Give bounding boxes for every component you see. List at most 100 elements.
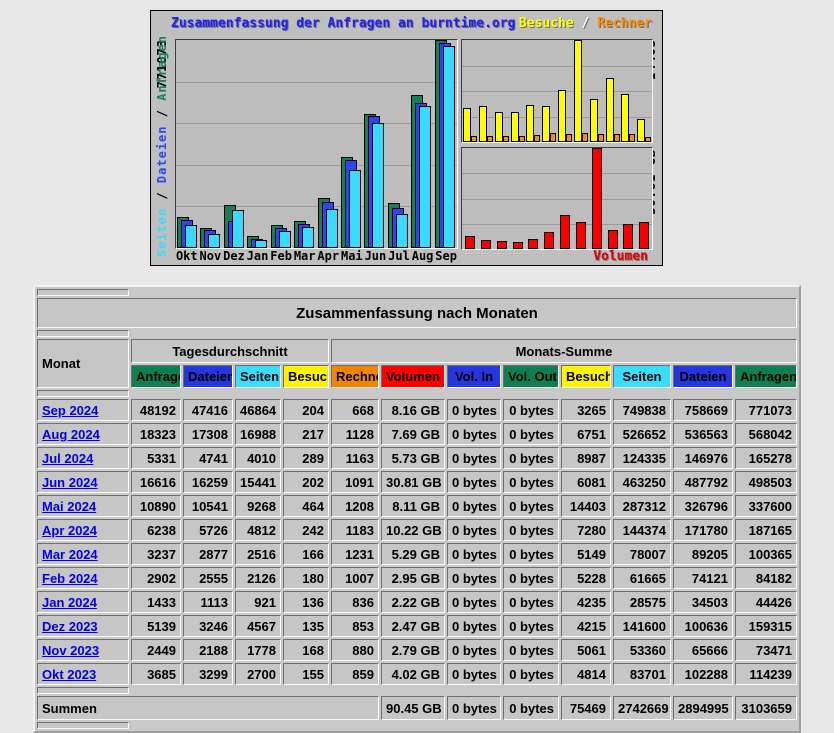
value-cell: 498503 bbox=[735, 471, 797, 493]
value-cell: 102288 bbox=[673, 663, 733, 685]
value-cell: 0 bytes bbox=[503, 519, 559, 541]
value-cell: 1208 bbox=[331, 495, 379, 517]
month-link-mai-2024[interactable]: Mai 2024 bbox=[42, 499, 96, 514]
month-link-mar-2024[interactable]: Mar 2024 bbox=[42, 547, 98, 562]
month-link-aug-2024[interactable]: Aug 2024 bbox=[42, 427, 100, 442]
month-link-okt-2023[interactable]: Okt 2023 bbox=[42, 667, 96, 682]
value-cell: 8.16 GB bbox=[381, 399, 445, 421]
value-cell: 0 bytes bbox=[447, 615, 501, 637]
month-cell-dez-2023: Dez 2023 bbox=[37, 615, 129, 637]
month-cell-sep-2024: Sep 2024 bbox=[37, 399, 129, 421]
value-cell: 168 bbox=[283, 639, 329, 661]
table-title: Zusammenfassung nach Monaten bbox=[37, 298, 797, 328]
value-cell: 187165 bbox=[735, 519, 797, 541]
value-cell: 4010 bbox=[235, 447, 281, 469]
value-cell: 8.11 GB bbox=[381, 495, 445, 517]
bar-seiten-okt bbox=[185, 225, 197, 248]
webalizer-stats-page: { "chart": { "title": "Zusammenfassung d… bbox=[0, 0, 834, 640]
value-cell: 5.73 GB bbox=[381, 447, 445, 469]
value-cell: 5139 bbox=[131, 615, 181, 637]
value-cell: 0 bytes bbox=[503, 543, 559, 565]
chart-title: Zusammenfassung der Anfragen an burntime… bbox=[171, 16, 515, 31]
value-cell: 4235 bbox=[561, 591, 611, 613]
bar-besuche-aug bbox=[621, 94, 629, 142]
value-cell: 6081 bbox=[561, 471, 611, 493]
spacer-cell bbox=[37, 289, 129, 296]
month-link-dez-2023[interactable]: Dez 2023 bbox=[42, 619, 98, 634]
bar-rechner-feb bbox=[534, 135, 540, 142]
month-link-feb-2024[interactable]: Feb 2024 bbox=[42, 571, 98, 586]
table-row-mai-2024: Mai 20241089010541926846412088.11 GB0 by… bbox=[37, 495, 797, 517]
month-cell-mar-2024: Mar 2024 bbox=[37, 543, 129, 565]
value-cell: 155 bbox=[283, 663, 329, 685]
value-cell: 146976 bbox=[673, 447, 733, 469]
totals-value: 2894995 bbox=[673, 696, 733, 720]
column-header-anfragen: Anfragen bbox=[131, 365, 181, 388]
month-link-sep-2024[interactable]: Sep 2024 bbox=[42, 403, 98, 418]
bar-besuche-nov bbox=[479, 106, 487, 142]
month-link-apr-2024[interactable]: Apr 2024 bbox=[42, 523, 97, 538]
month-link-jun-2024[interactable]: Jun 2024 bbox=[42, 475, 98, 490]
spacer-row bbox=[37, 289, 797, 296]
value-cell: 89205 bbox=[673, 543, 733, 565]
table-row-nov-2023: Nov 20232449218817781688802.79 GB0 bytes… bbox=[37, 639, 797, 661]
bar-volumen-feb bbox=[528, 239, 538, 249]
bar-rechner-sep bbox=[645, 137, 651, 142]
left-axis-seiten: Seiten bbox=[155, 208, 169, 257]
table-row-jun-2024: Jun 2024166161625915441202109130.81 GB0 … bbox=[37, 471, 797, 493]
x-axis-label-jun: Jun bbox=[364, 249, 388, 263]
bar-besuche-mar bbox=[542, 106, 550, 142]
bar-besuche-jul bbox=[606, 78, 614, 142]
value-cell: 73471 bbox=[735, 639, 797, 661]
x-axis-label-nov: Nov bbox=[199, 249, 223, 263]
value-cell: 0 bytes bbox=[447, 423, 501, 445]
value-cell: 124335 bbox=[613, 447, 671, 469]
month-link-jul-2024[interactable]: Jul 2024 bbox=[42, 451, 93, 466]
value-cell: 8987 bbox=[561, 447, 611, 469]
bar-besuche-okt bbox=[463, 108, 471, 142]
value-cell: 2126 bbox=[235, 567, 281, 589]
usage-summary-chart: Zusammenfassung der Anfragen an burntime… bbox=[150, 10, 663, 266]
bar-seiten-feb bbox=[279, 231, 291, 248]
bar-seiten-dez bbox=[232, 210, 244, 248]
column-header-besuche: Besuche bbox=[561, 365, 611, 388]
value-cell: 0 bytes bbox=[447, 519, 501, 541]
value-cell: 2.79 GB bbox=[381, 639, 445, 661]
month-link-jan-2024[interactable]: Jan 2024 bbox=[42, 595, 97, 610]
bar-rechner-nov bbox=[487, 136, 493, 142]
value-cell: 100365 bbox=[735, 543, 797, 565]
legend-besuche: Besuche bbox=[519, 16, 574, 31]
spacer-row bbox=[37, 722, 797, 729]
value-cell: 2188 bbox=[183, 639, 233, 661]
value-cell: 7.69 GB bbox=[381, 423, 445, 445]
value-cell: 18323 bbox=[131, 423, 181, 445]
bar-seiten-jul bbox=[396, 214, 408, 248]
x-axis-label-jul: Jul bbox=[387, 249, 411, 263]
value-cell: 568042 bbox=[735, 423, 797, 445]
value-cell: 171780 bbox=[673, 519, 733, 541]
value-cell: 0 bytes bbox=[447, 471, 501, 493]
value-cell: 5331 bbox=[131, 447, 181, 469]
totals-label: Summen bbox=[37, 696, 379, 720]
bar-volumen-jul bbox=[608, 230, 618, 249]
bar-volumen-okt bbox=[465, 236, 475, 249]
totals-value: 75469 bbox=[561, 696, 611, 720]
plot-requests-files-pages bbox=[175, 39, 458, 249]
value-cell: 180 bbox=[283, 567, 329, 589]
month-link-nov-2023[interactable]: Nov 2023 bbox=[42, 643, 99, 658]
bar-volumen-mar bbox=[544, 232, 554, 249]
value-cell: 0 bytes bbox=[447, 567, 501, 589]
left-axis-sep2: / bbox=[155, 101, 169, 126]
bar-besuche-mai bbox=[574, 40, 582, 142]
daily-average-group-header: Tagesdurchschnitt bbox=[131, 339, 329, 363]
left-axis-dateien: Dateien bbox=[155, 125, 169, 183]
totals-value: 90.45 GB bbox=[381, 696, 445, 720]
value-cell: 0 bytes bbox=[447, 639, 501, 661]
value-cell: 17308 bbox=[183, 423, 233, 445]
bar-rechner-aug bbox=[629, 134, 635, 142]
left-axis-sep1: / bbox=[155, 183, 169, 208]
x-axis-label-sep: Sep bbox=[434, 249, 458, 263]
bar-seiten-aug bbox=[419, 106, 431, 248]
value-cell: 0 bytes bbox=[447, 663, 501, 685]
x-axis-label-feb: Feb bbox=[269, 249, 293, 263]
